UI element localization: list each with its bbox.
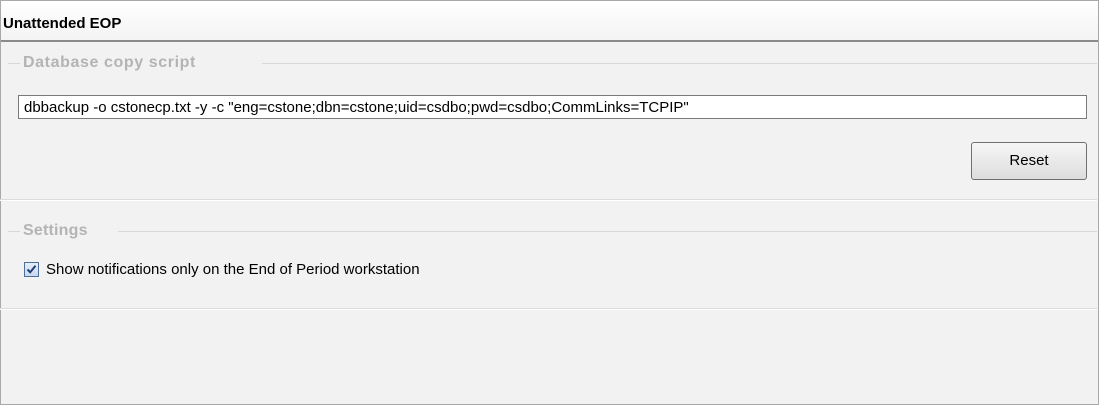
database-copy-script-group-line-right <box>262 63 1097 64</box>
checkmark-icon <box>26 265 37 274</box>
panel-header: Unattended EOP <box>1 1 1098 42</box>
notifications-checkbox-label[interactable]: Show notifications only on the End of Pe… <box>46 261 420 279</box>
settings-caption: Settings <box>20 222 91 240</box>
panel-title: Unattended EOP <box>3 15 122 32</box>
section-separator-top <box>0 199 1097 200</box>
database-copy-script-caption: Database copy script <box>20 54 199 72</box>
database-copy-script-input[interactable] <box>18 95 1087 119</box>
section-separator-bottom <box>0 308 1097 309</box>
notifications-checkbox[interactable] <box>24 262 39 277</box>
settings-group-line-right <box>118 231 1097 232</box>
reset-button[interactable]: Reset <box>971 142 1087 180</box>
